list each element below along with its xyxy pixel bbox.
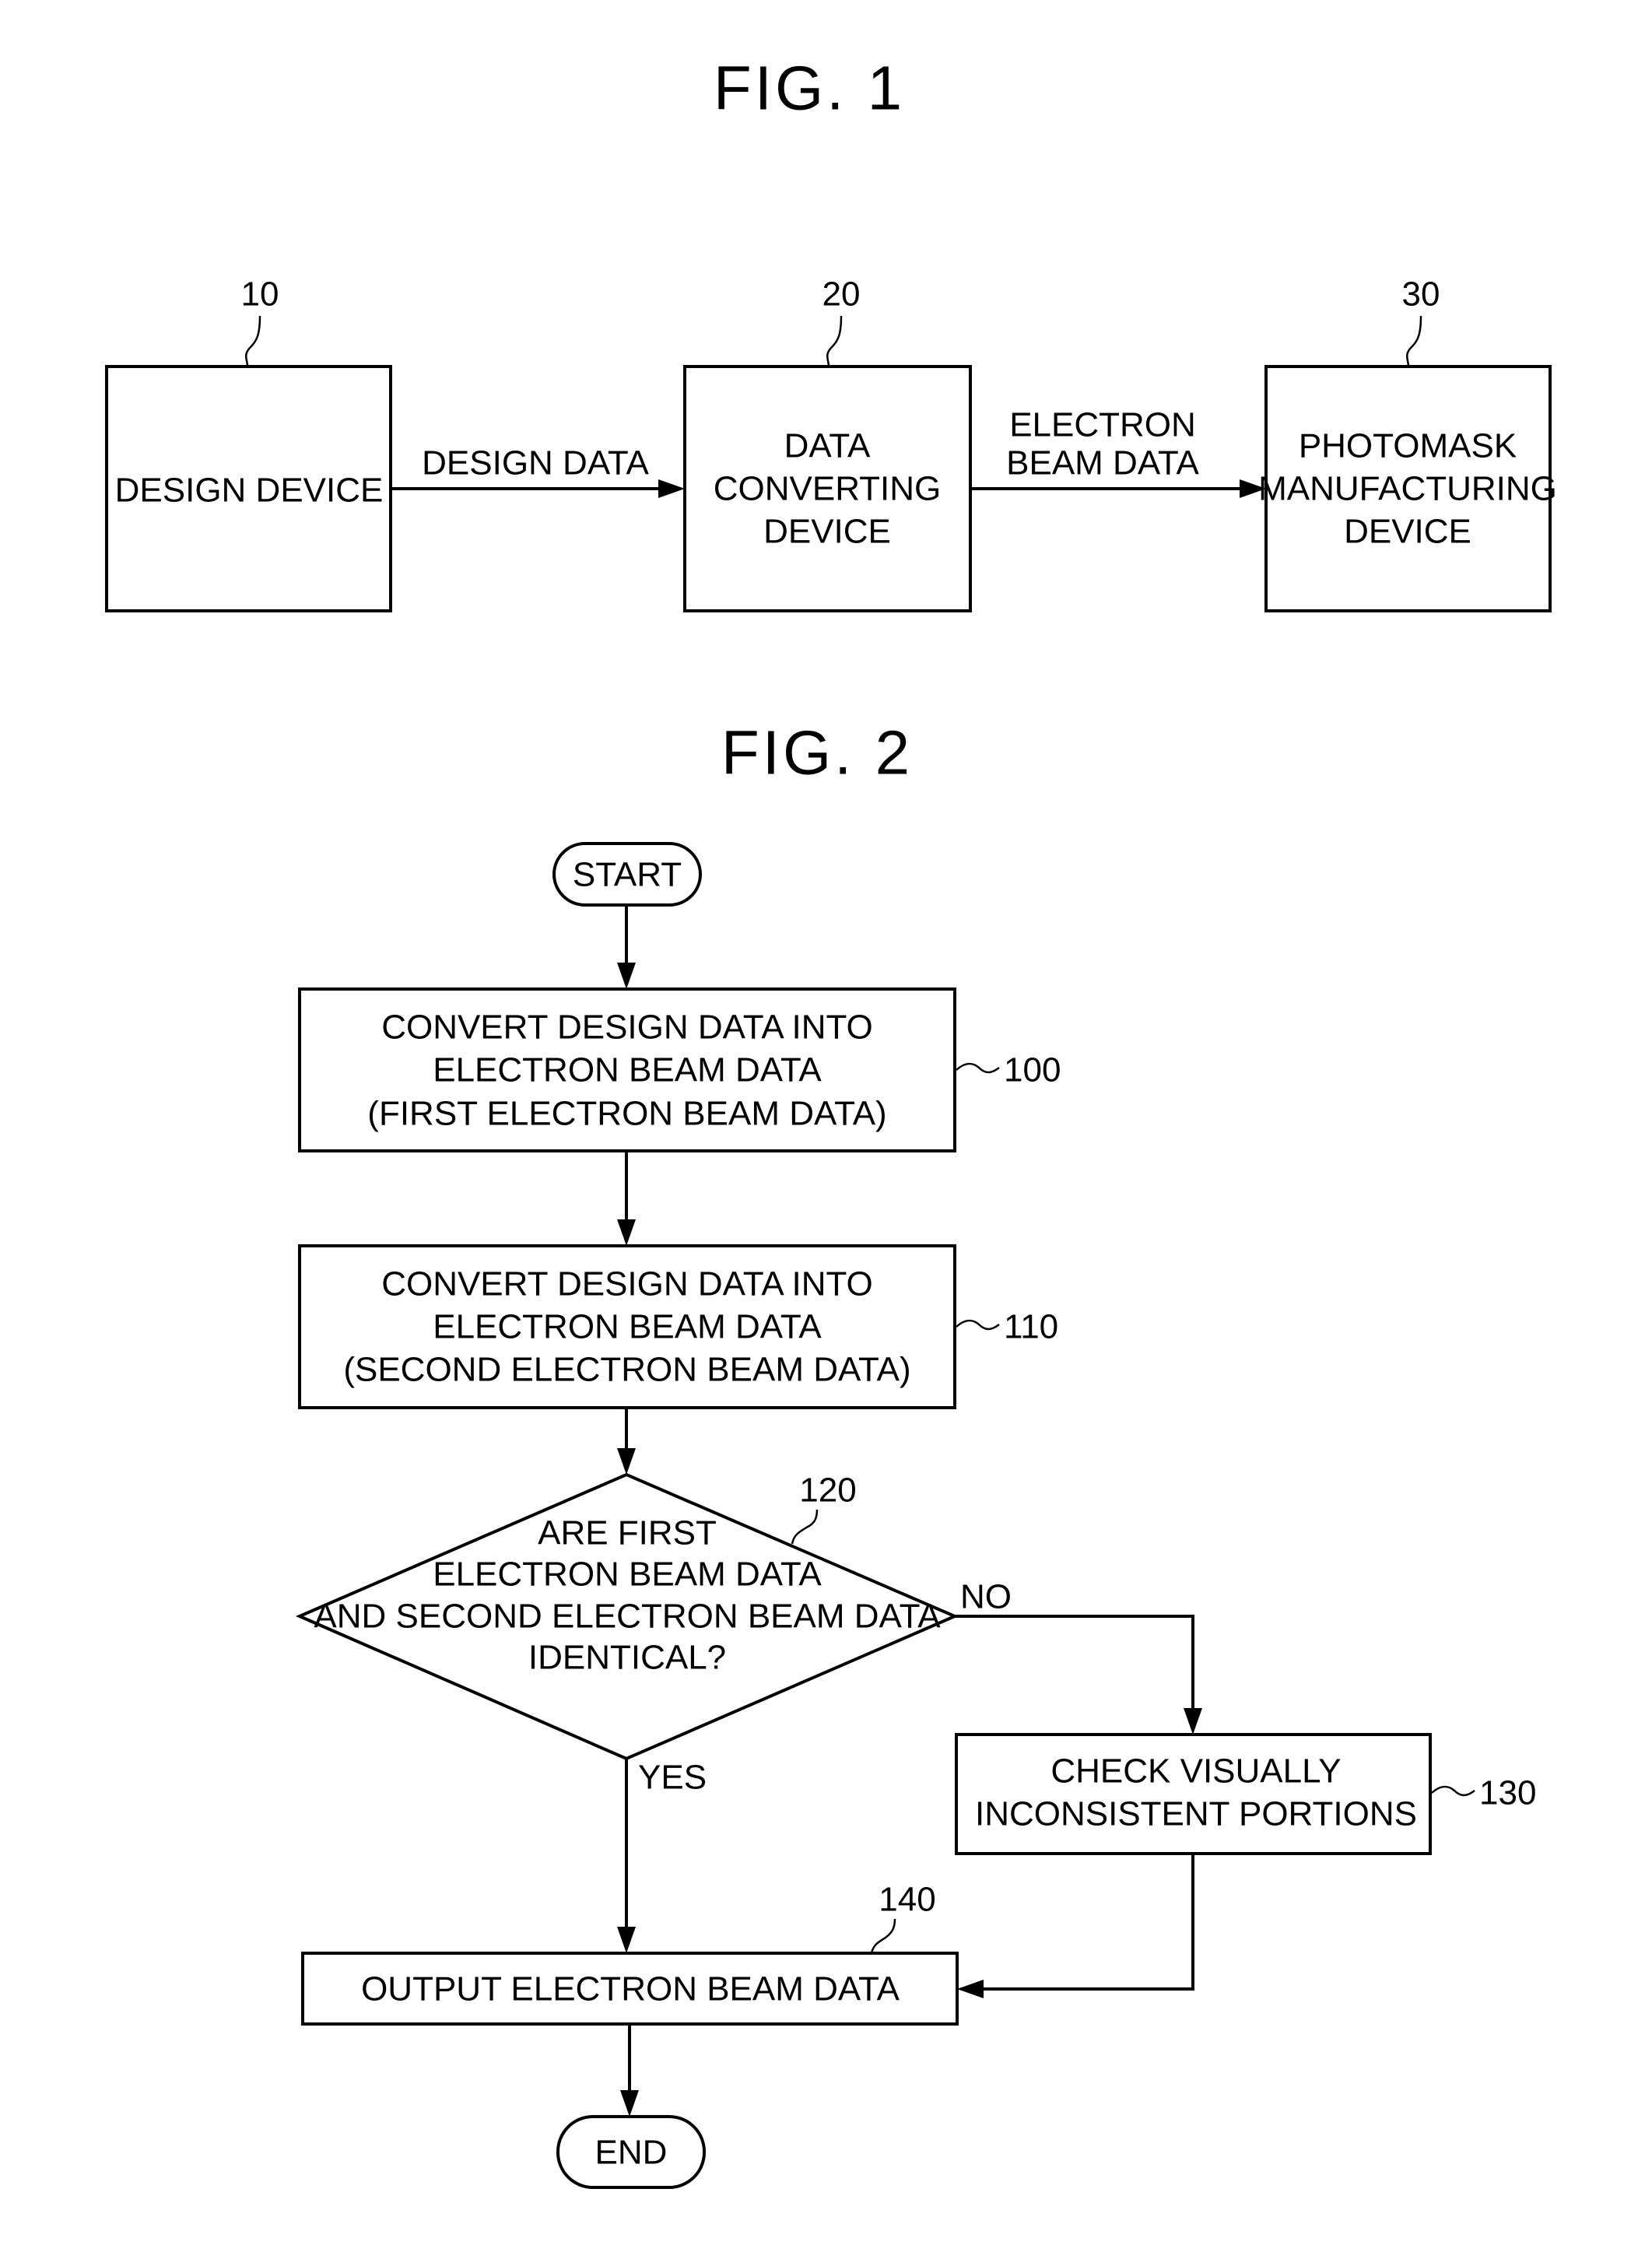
ref-110-leader <box>956 1319 1000 1331</box>
start-label: START <box>573 856 682 894</box>
design-data-label: DESIGN DATA <box>422 444 649 482</box>
end-terminator: END <box>556 2115 706 2189</box>
photomask-label-line3: DEVICE <box>1344 513 1471 551</box>
data-converting-label-line2: CONVERTING <box>714 470 942 508</box>
branch-yes-label: YES <box>638 1759 707 1797</box>
fig2-title: FIG. 2 <box>721 718 913 787</box>
data-converting-label-line3: DEVICE <box>763 513 891 551</box>
ref-100-leader <box>956 1062 1000 1074</box>
ref-100: 100 <box>1004 1051 1061 1089</box>
step-130-line1: CHECK VISUALLY <box>1050 1752 1341 1791</box>
step-130: CHECK VISUALLY INCONSISTENT PORTIONS 130 <box>955 1733 1536 1855</box>
start-terminator: START <box>552 842 702 907</box>
patent-drawing-sheet: FIG. 1 DESIGN DEVICE 10 DESIGN DATA DATA… <box>105 54 1557 2189</box>
end-label: END <box>595 2134 668 2172</box>
ref-140-leader <box>870 1918 896 1954</box>
ref-20: 20 <box>822 275 861 314</box>
ref-20-leader <box>826 315 843 367</box>
electron-beam-data-label-line2: BEAM DATA <box>1006 444 1199 482</box>
flow-line-no-130 <box>955 1615 1194 1711</box>
step-140: OUTPUT ELECTRON BEAM DATA 140 <box>301 1881 959 2026</box>
arrowhead-icon <box>617 1219 636 1246</box>
fig1: FIG. 1 DESIGN DEVICE 10 DESIGN DATA DATA… <box>105 54 1557 612</box>
arrowhead-icon <box>658 479 685 498</box>
ref-30: 30 <box>1402 275 1440 314</box>
arrowhead-icon <box>620 2090 639 2117</box>
flow-line-130-140 <box>980 1854 1194 1991</box>
step-110-line3: (SECOND ELECTRON BEAM DATA) <box>343 1351 910 1389</box>
branch-no-label: NO <box>960 1578 1012 1616</box>
ref-120: 120 <box>799 1472 856 1510</box>
decision-120-line3: AND SECOND ELECTRON BEAM DATA <box>314 1598 941 1636</box>
ref-130-leader <box>1431 1785 1475 1797</box>
arrowhead-icon <box>617 1927 636 1953</box>
decision-120: ARE FIRST ELECTRON BEAM DATA AND SECOND … <box>295 1472 959 1761</box>
step-100-line1: CONVERT DESIGN DATA INTO <box>381 1008 873 1047</box>
step-140-line1: OUTPUT ELECTRON BEAM DATA <box>361 1970 900 2008</box>
step-100: CONVERT DESIGN DATA INTO ELECTRON BEAM D… <box>298 987 1061 1152</box>
electron-beam-data-label-line1: ELECTRON <box>1009 406 1196 444</box>
decision-120-line2: ELECTRON BEAM DATA <box>433 1556 822 1594</box>
step-100-line2: ELECTRON BEAM DATA <box>433 1051 822 1089</box>
edge-design-data: DESIGN DATA <box>391 444 685 498</box>
fig1-title: FIG. 1 <box>714 54 905 123</box>
arrowhead-icon <box>957 1980 984 1998</box>
photomask-label-line1: PHOTOMASK <box>1299 427 1517 465</box>
decision-120-line1: ARE FIRST <box>538 1514 717 1552</box>
block-design-device: DESIGN DEVICE 10 <box>105 275 392 612</box>
decision-120-line4: IDENTICAL? <box>528 1639 726 1677</box>
step-110-line1: CONVERT DESIGN DATA INTO <box>381 1265 873 1303</box>
ref-10-leader <box>245 315 261 367</box>
ref-10: 10 <box>241 275 279 314</box>
fig2: FIG. 2 START CONVERT DESIGN DATA INTO EL… <box>295 718 1536 2189</box>
design-device-label: DESIGN DEVICE <box>115 472 384 510</box>
block-photomask-manufacturing-device: PHOTOMASK MANUFACTURING DEVICE 30 <box>1258 275 1557 612</box>
ref-110: 110 <box>1004 1308 1058 1346</box>
arrowhead-icon <box>1184 1708 1202 1735</box>
photomask-label-line2: MANUFACTURING <box>1258 470 1557 508</box>
ref-30-leader <box>1406 315 1422 367</box>
step-110: CONVERT DESIGN DATA INTO ELECTRON BEAM D… <box>298 1244 1058 1409</box>
block-data-converting-device: DATA CONVERTING DEVICE 20 <box>683 275 972 612</box>
step-130-line2: INCONSISTENT PORTIONS <box>975 1795 1417 1833</box>
ref-120-leader <box>791 1509 819 1545</box>
data-converting-label-line1: DATA <box>784 427 871 465</box>
step-100-line3: (FIRST ELECTRON BEAM DATA) <box>367 1095 886 1133</box>
ref-140: 140 <box>879 1881 935 1919</box>
ref-130: 130 <box>1479 1774 1536 1812</box>
arrowhead-icon <box>617 1448 636 1475</box>
arrowhead-icon <box>617 963 636 989</box>
step-110-line2: ELECTRON BEAM DATA <box>433 1308 822 1346</box>
edge-electron-beam-data: ELECTRON BEAM DATA <box>970 406 1266 498</box>
